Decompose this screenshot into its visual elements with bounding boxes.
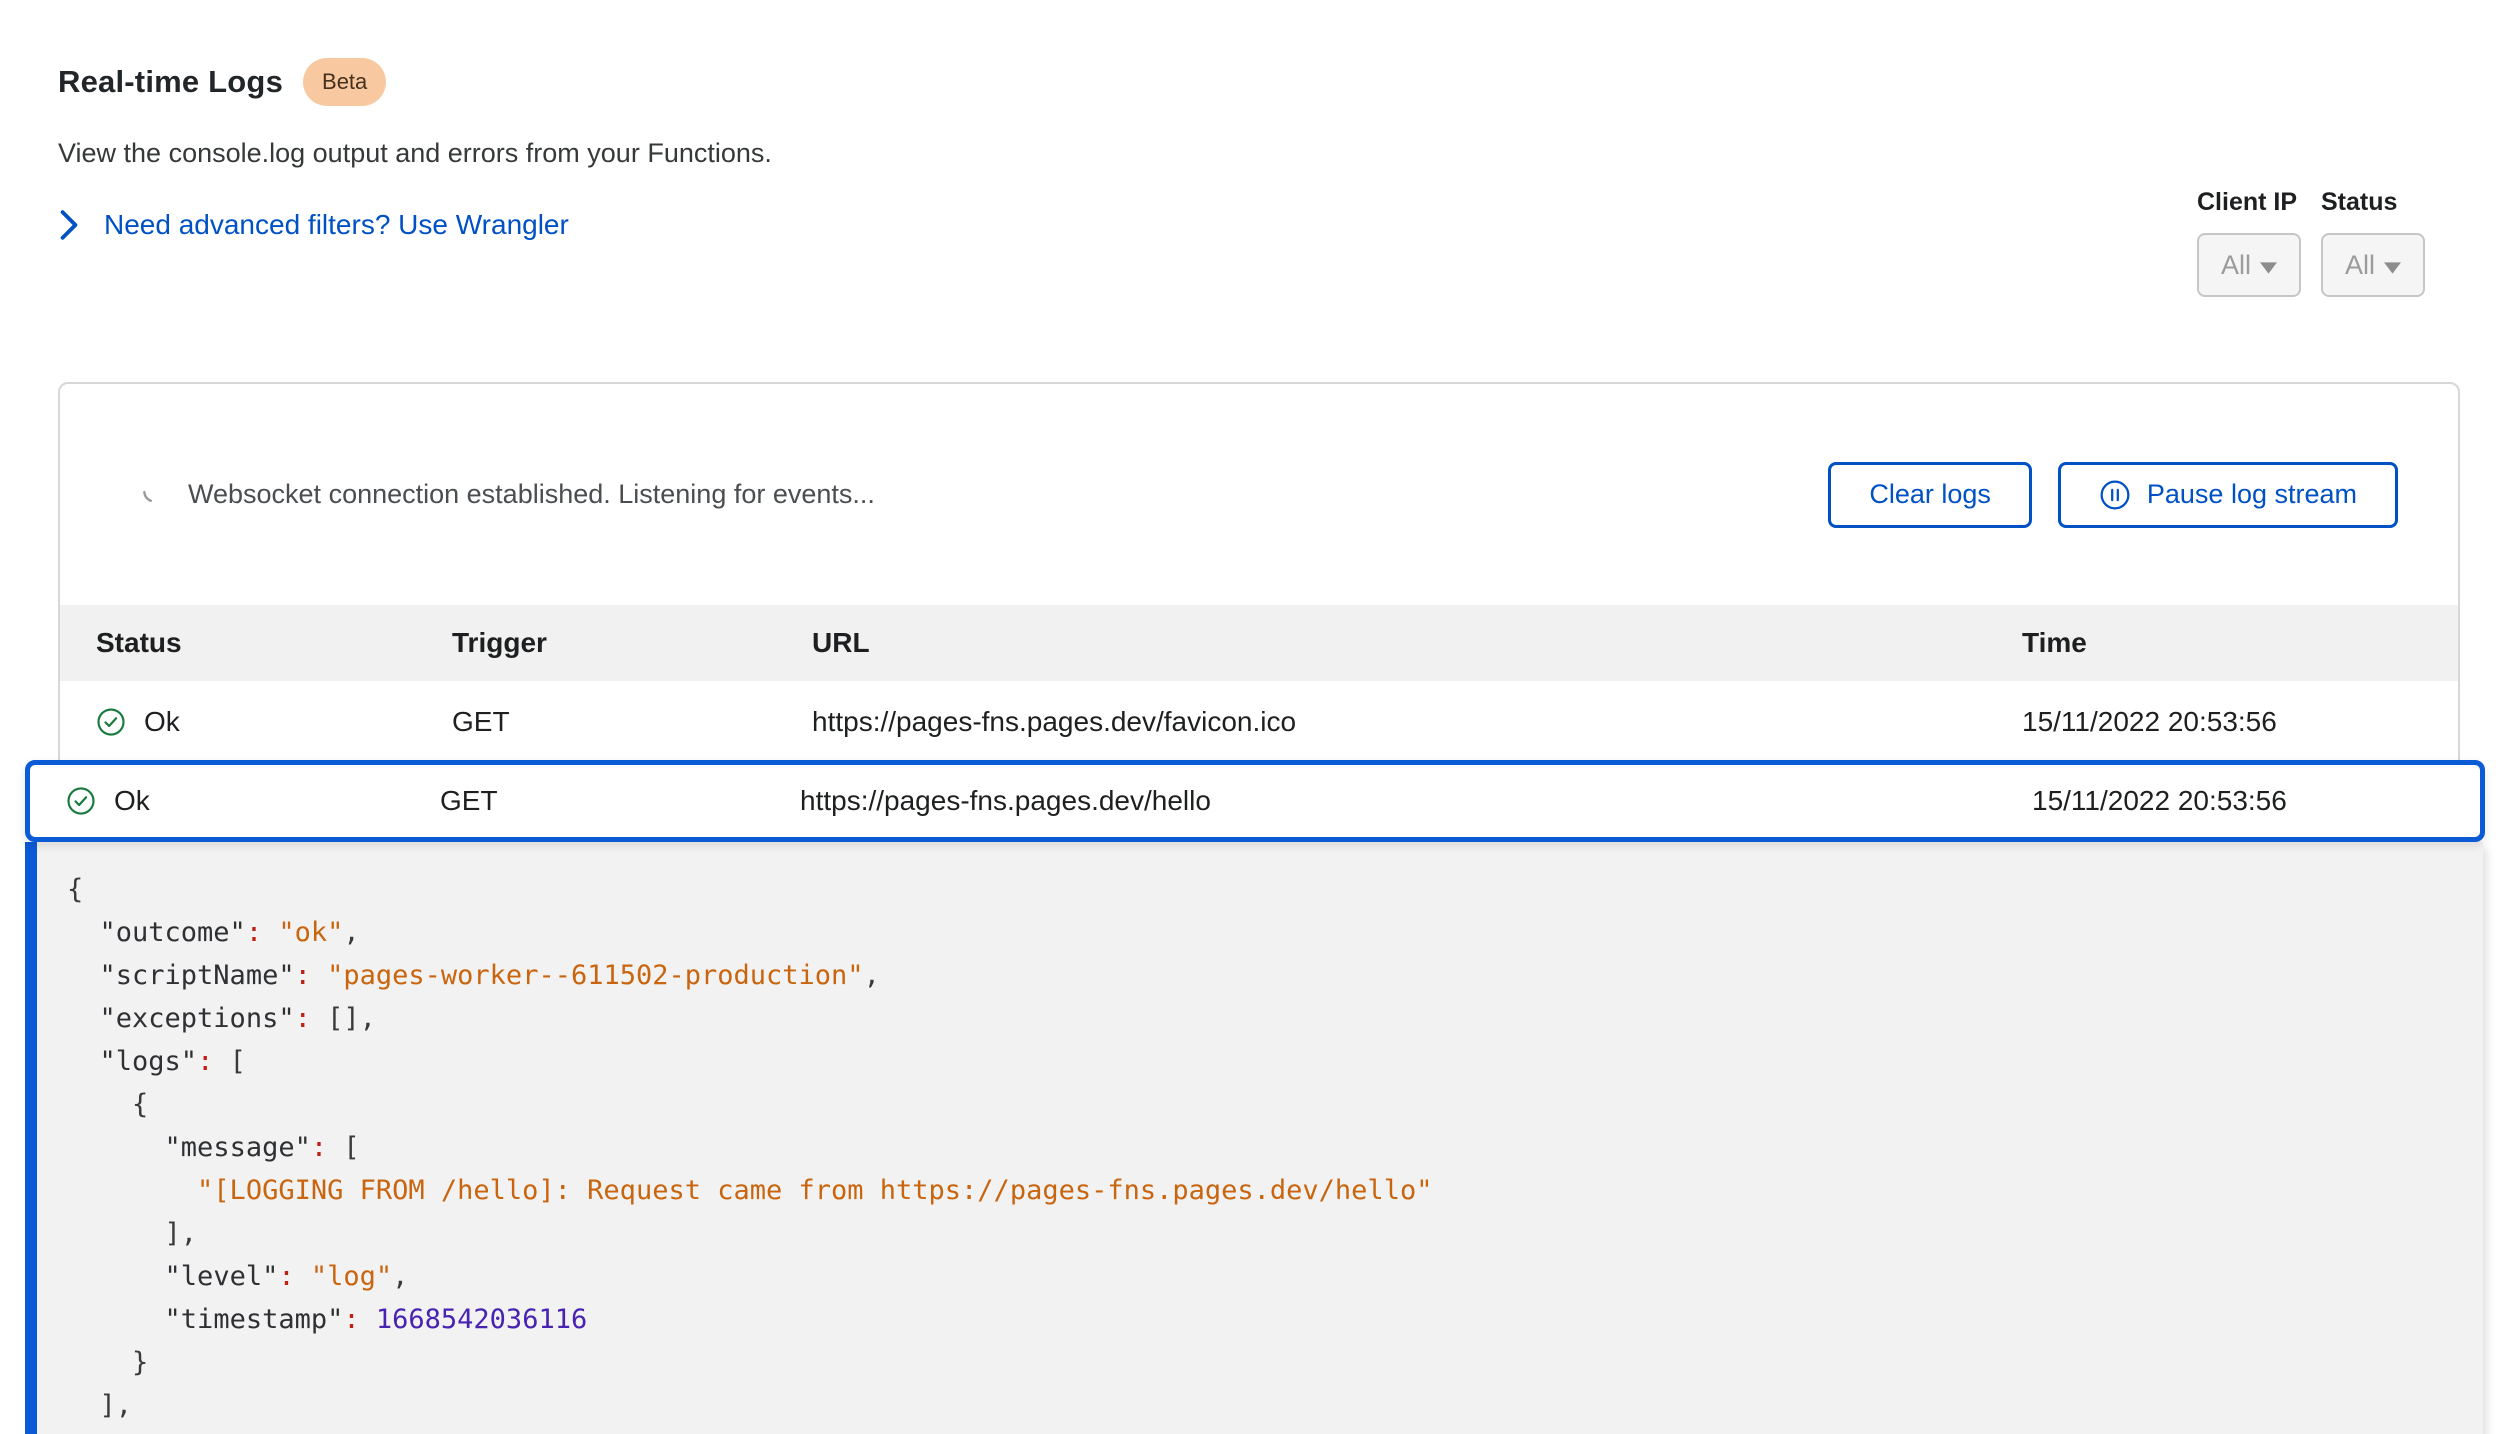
row-trigger: GET xyxy=(452,706,812,738)
clear-logs-label: Clear logs xyxy=(1869,479,1991,510)
pause-log-stream-label: Pause log stream xyxy=(2147,479,2357,510)
caret-down-icon xyxy=(2384,250,2401,281)
spinner-icon xyxy=(140,478,166,511)
row-time: 15/11/2022 20:53:56 xyxy=(2032,785,2440,817)
client-ip-dropdown[interactable]: All xyxy=(2197,233,2301,297)
column-header-url: URL xyxy=(812,627,2022,659)
status-filter: Status All xyxy=(2321,188,2425,297)
page-description: View the console.log output and errors f… xyxy=(58,138,772,169)
check-circle-icon xyxy=(96,707,126,737)
table-row[interactable]: Ok GET https://pages-fns.pages.dev/favic… xyxy=(60,681,2458,763)
row-status: Ok xyxy=(114,785,150,817)
status-filter-value: All xyxy=(2345,250,2375,281)
filters: Client IP All Status All xyxy=(2197,188,2425,297)
pause-icon xyxy=(2099,479,2131,511)
wrangler-link-label: Need advanced filters? Use Wrangler xyxy=(104,209,569,241)
column-header-time: Time xyxy=(2022,627,2418,659)
check-circle-icon xyxy=(66,786,96,816)
chevron-right-icon xyxy=(58,209,80,241)
row-status: Ok xyxy=(144,706,180,738)
caret-down-icon xyxy=(2260,250,2277,281)
beta-badge: Beta xyxy=(303,58,386,106)
row-time: 15/11/2022 20:53:56 xyxy=(2022,706,2418,738)
row-trigger: GET xyxy=(440,785,800,817)
table-row-selected[interactable]: Ok GET https://pages-fns.pages.dev/hello… xyxy=(25,760,2485,842)
log-detail-json: { "outcome": "ok", "scriptName": "pages-… xyxy=(67,868,2453,1427)
page-title: Real-time Logs xyxy=(58,64,283,100)
client-ip-value: All xyxy=(2221,250,2251,281)
log-stream-toolbar: Websocket connection established. Listen… xyxy=(60,384,2458,605)
status-filter-label: Status xyxy=(2321,188,2425,217)
client-ip-label: Client IP xyxy=(2197,188,2301,217)
column-header-trigger: Trigger xyxy=(452,627,812,659)
row-url: https://pages-fns.pages.dev/hello xyxy=(800,785,2032,817)
status-dropdown[interactable]: All xyxy=(2321,233,2425,297)
log-detail-panel: { "outcome": "ok", "scriptName": "pages-… xyxy=(25,842,2483,1434)
page-header: Real-time Logs Beta View the console.log… xyxy=(58,58,772,241)
realtime-logs-page: Real-time Logs Beta View the console.log… xyxy=(0,0,2508,1434)
clear-logs-button[interactable]: Clear logs xyxy=(1828,462,2032,528)
row-url: https://pages-fns.pages.dev/favicon.ico xyxy=(812,706,2022,738)
client-ip-filter: Client IP All xyxy=(2197,188,2301,297)
websocket-status-text: Websocket connection established. Listen… xyxy=(188,479,875,510)
column-header-status: Status xyxy=(96,627,452,659)
table-header: Status Trigger URL Time xyxy=(60,605,2458,681)
wrangler-filters-link[interactable]: Need advanced filters? Use Wrangler xyxy=(58,209,569,241)
pause-log-stream-button[interactable]: Pause log stream xyxy=(2058,462,2398,528)
websocket-status: Websocket connection established. Listen… xyxy=(140,478,875,511)
